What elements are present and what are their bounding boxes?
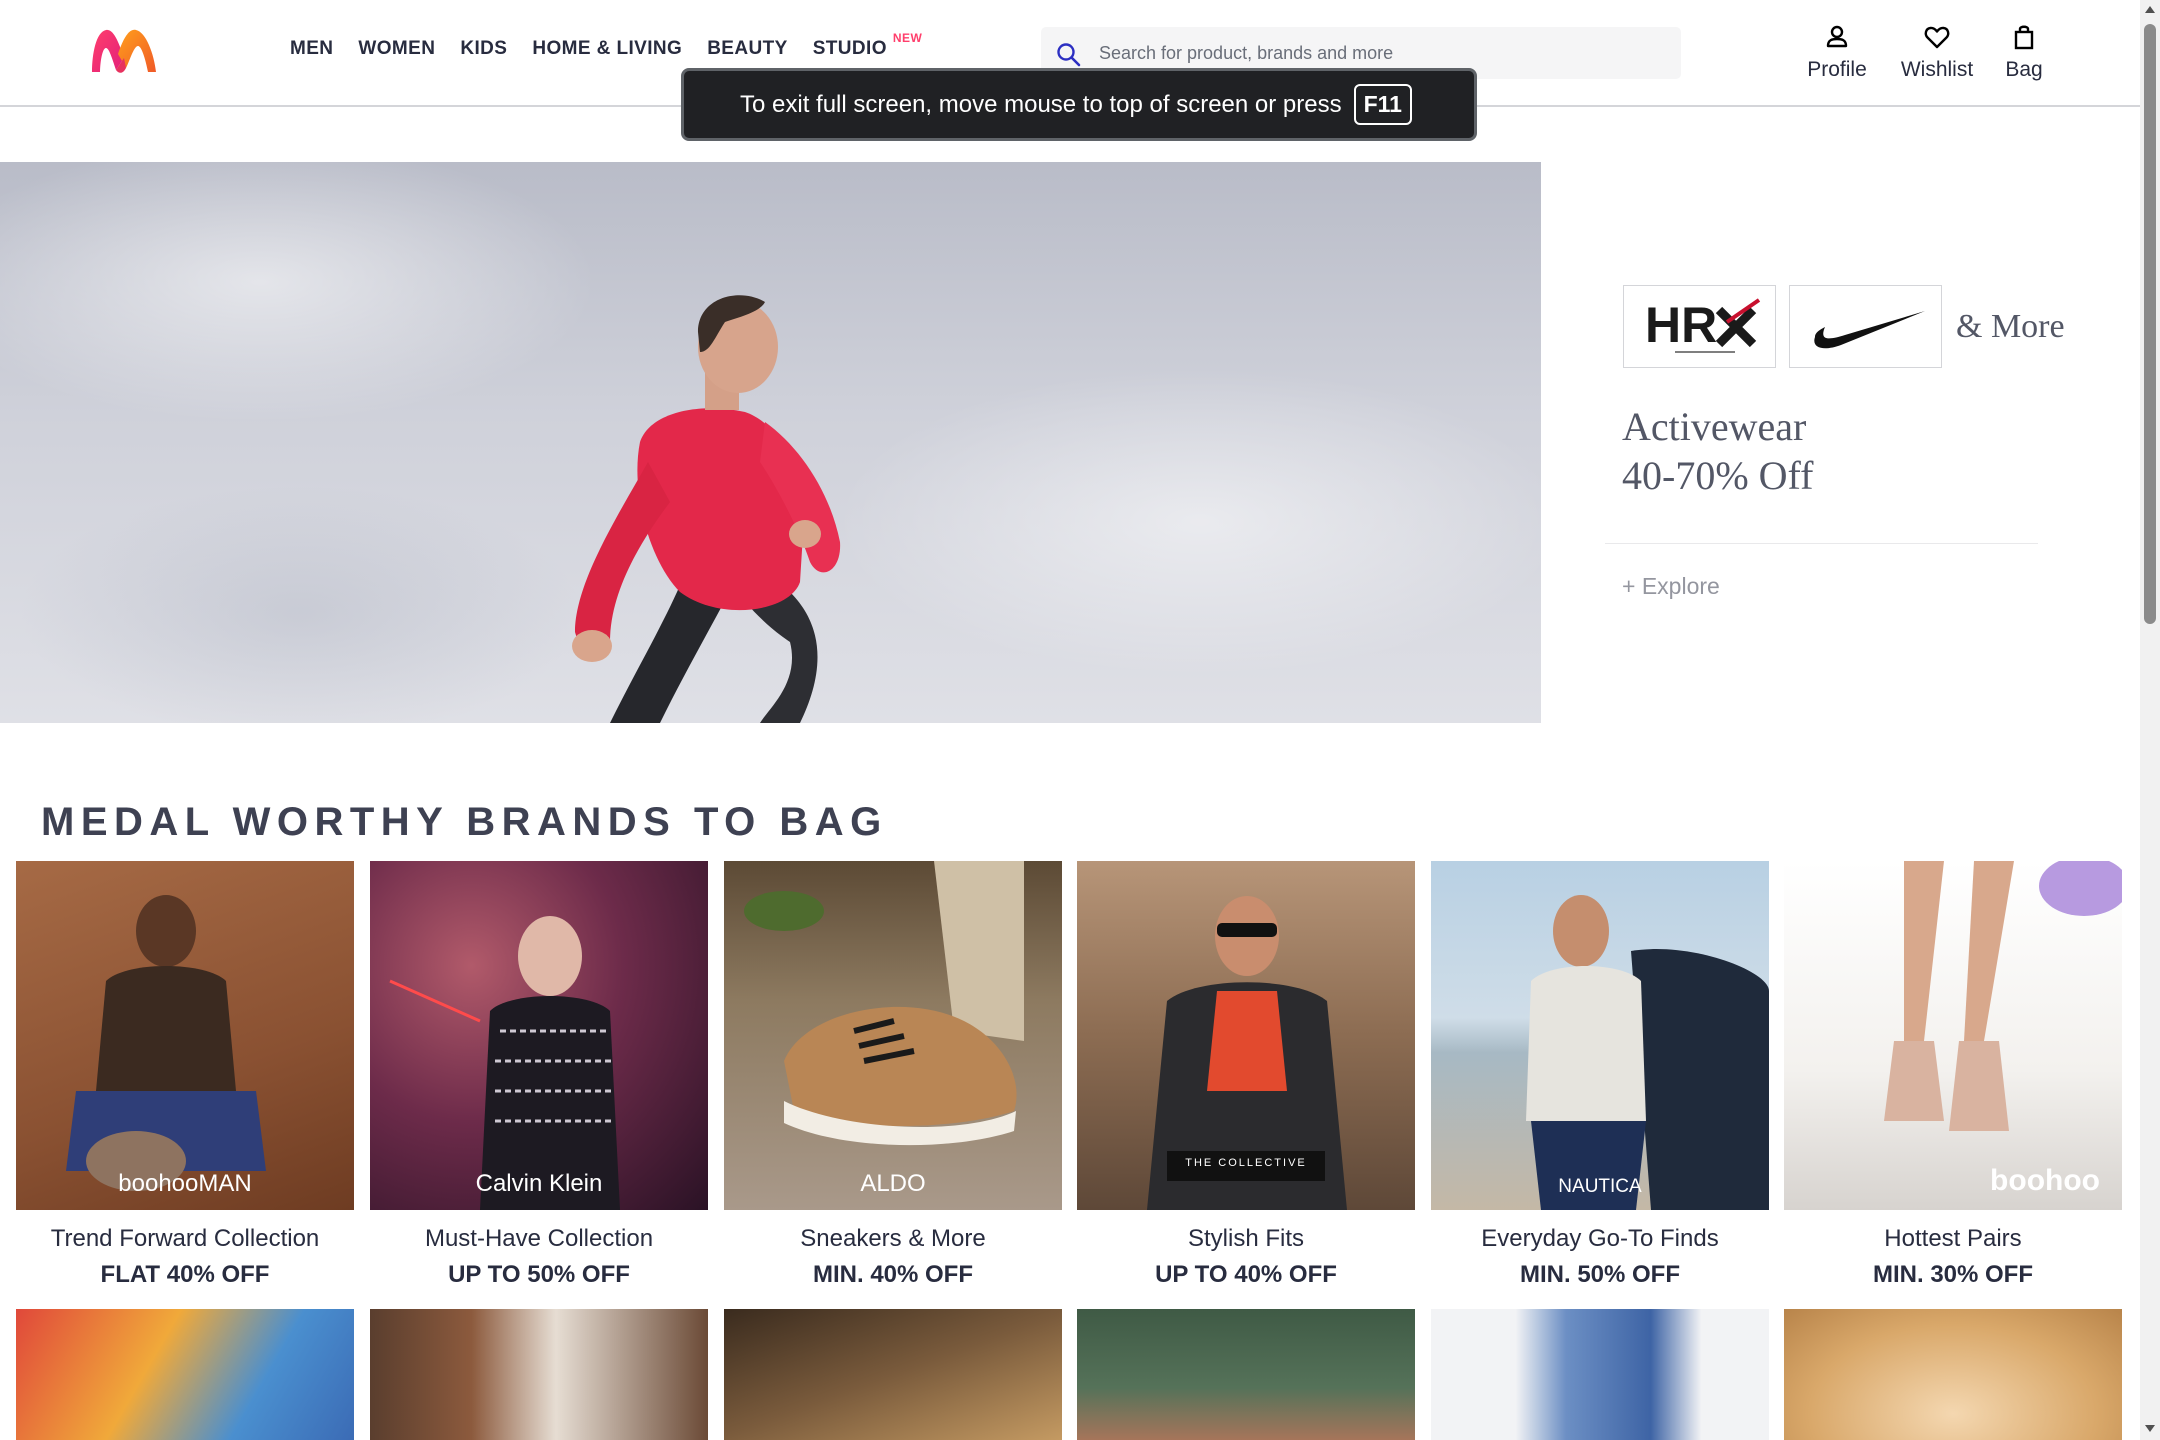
main-nav: Men Women Kids Home & Living Beauty Stud… <box>290 31 922 60</box>
myntra-logo[interactable] <box>88 24 160 76</box>
card-brand-logo: Calvin Klein <box>475 1170 603 1197</box>
card-title: Hottest Pairs <box>1884 1225 2022 1252</box>
card-illustration <box>66 895 266 1191</box>
card-title: Trend Forward Collection <box>50 1225 320 1252</box>
brand-card-the-collective[interactable]: THE COLLECTIVE Stylish Fits UP TO 40% OF… <box>1077 861 1415 1289</box>
profile-button[interactable]: Profile <box>1790 22 1884 82</box>
bag-label: Bag <box>2005 58 2043 81</box>
more-brands-text: & More <box>1956 308 2065 345</box>
brand-card-boohooman[interactable]: boohooMAN Trend Forward Collection FLAT … <box>16 861 354 1289</box>
brand-card-calvin-klein[interactable]: Calvin Klein Must-Have Collection UP TO … <box>370 861 708 1289</box>
new-badge: NEW <box>892 31 923 45</box>
hero-banner-image[interactable] <box>0 162 1541 723</box>
brand-card-boohoo[interactable]: boohoo Hottest Pairs MIN. 30% OFF <box>1784 861 2122 1289</box>
profile-label: Profile <box>1807 58 1867 81</box>
scroll-up-arrow-icon[interactable] <box>2145 6 2155 13</box>
nav-studio-label: Studio <box>812 38 887 59</box>
brand-card-row2-4[interactable] <box>1077 1309 1415 1440</box>
hero-info-panel: HR & More Activewear 40-70% Off + Explor… <box>1541 162 2140 723</box>
hero-title-line2: 40-70% Off <box>1622 453 1814 498</box>
card-brand-logo: boohooMAN <box>118 1170 252 1197</box>
nav-women[interactable]: Women <box>358 38 435 60</box>
brand-card-nautica[interactable]: NAUTICA Everyday Go-To Finds MIN. 50% OF… <box>1431 861 1769 1289</box>
search-icon[interactable] <box>1055 41 1083 69</box>
card-title: Must-Have Collection <box>424 1225 654 1252</box>
card-image: THE COLLECTIVE <box>1077 861 1415 1210</box>
scroll-thumb[interactable] <box>2144 24 2156 624</box>
brand-card-aldo[interactable]: ALDO Sneakers & More MIN. 40% OFF <box>724 861 1062 1289</box>
hero-title-line1: Activewear <box>1622 404 1807 449</box>
wishlist-button[interactable]: Wishlist <box>1884 22 1990 82</box>
wishlist-label: Wishlist <box>1900 58 1974 81</box>
fullscreen-exit-toast: To exit full screen, move mouse to top o… <box>681 68 1477 141</box>
hero-divider <box>1605 543 2038 544</box>
nike-logo[interactable] <box>1789 285 1942 368</box>
card-offer: FLAT 40% OFF <box>100 1261 270 1288</box>
card-image: boohoo <box>1784 861 2122 1210</box>
card-image: NAUTICA <box>1431 861 1769 1210</box>
card-brand-logo: ALDO <box>860 1170 926 1197</box>
brand-card-row2-6[interactable] <box>1784 1309 2122 1440</box>
nav-home-living[interactable]: Home & Living <box>532 38 682 60</box>
nav-beauty[interactable]: Beauty <box>707 38 788 60</box>
card-offer: UP TO 50% OFF <box>448 1261 630 1288</box>
hrx-logo-mark: HR <box>1645 297 1760 353</box>
card-offer: UP TO 40% OFF <box>1155 1261 1337 1288</box>
bag-button[interactable]: Bag <box>1994 22 2054 82</box>
card-brand-logo: boohoo <box>1990 1164 2100 1197</box>
card-illustration <box>1526 895 1769 1210</box>
card-illustration <box>389 916 620 1210</box>
profile-icon <box>1826 25 1848 48</box>
card-image: ALDO <box>724 861 1062 1210</box>
brand-card-row2-1[interactable] <box>16 1309 354 1440</box>
card-offer: MIN. 40% OFF <box>812 1261 974 1288</box>
hero-title: Activewear 40-70% Off <box>1622 402 1813 500</box>
brand-card-row2-3[interactable] <box>724 1309 1062 1440</box>
card-image: Calvin Klein <box>370 861 708 1210</box>
card-illustration <box>1884 861 2122 1131</box>
card-image: boohooMAN <box>16 861 354 1210</box>
page-scrollbar[interactable] <box>2140 0 2160 1440</box>
nav-men[interactable]: Men <box>290 38 333 60</box>
heart-icon <box>1924 26 1950 49</box>
nike-swoosh-icon <box>1813 310 1925 348</box>
card-title: Everyday Go-To Finds <box>1481 1225 1719 1252</box>
card-title: Sneakers & More <box>800 1225 986 1252</box>
nav-studio[interactable]: Studio NEW <box>812 31 922 60</box>
runner-illustration <box>572 295 841 723</box>
toast-key-f11: F11 <box>1353 84 1412 125</box>
card-title: Stylish Fits <box>1187 1225 1304 1252</box>
card-offer: MIN. 30% OFF <box>1872 1261 2034 1288</box>
card-offer: MIN. 50% OFF <box>1519 1261 1681 1288</box>
card-brand-logo: NAUTICA <box>1558 1176 1642 1197</box>
header-actions: Profile Wishlist Bag <box>1790 22 2054 82</box>
svg-text:HR: HR <box>1645 297 1717 353</box>
brand-card-row2-2[interactable] <box>370 1309 708 1440</box>
bag-icon <box>2014 25 2034 50</box>
section-title: Medal Worthy Brands To Bag <box>41 800 888 844</box>
explore-link[interactable]: + Explore <box>1622 573 1720 600</box>
hrx-logo[interactable]: HR <box>1623 285 1776 368</box>
scroll-down-arrow-icon[interactable] <box>2145 1425 2155 1432</box>
card-illustration <box>744 861 1024 1146</box>
toast-text: To exit full screen, move mouse to top o… <box>740 90 1342 118</box>
card-brand-logo: THE COLLECTIVE <box>1185 1157 1307 1169</box>
brand-card-row2-5[interactable] <box>1431 1309 1769 1440</box>
nav-kids[interactable]: Kids <box>460 38 507 60</box>
